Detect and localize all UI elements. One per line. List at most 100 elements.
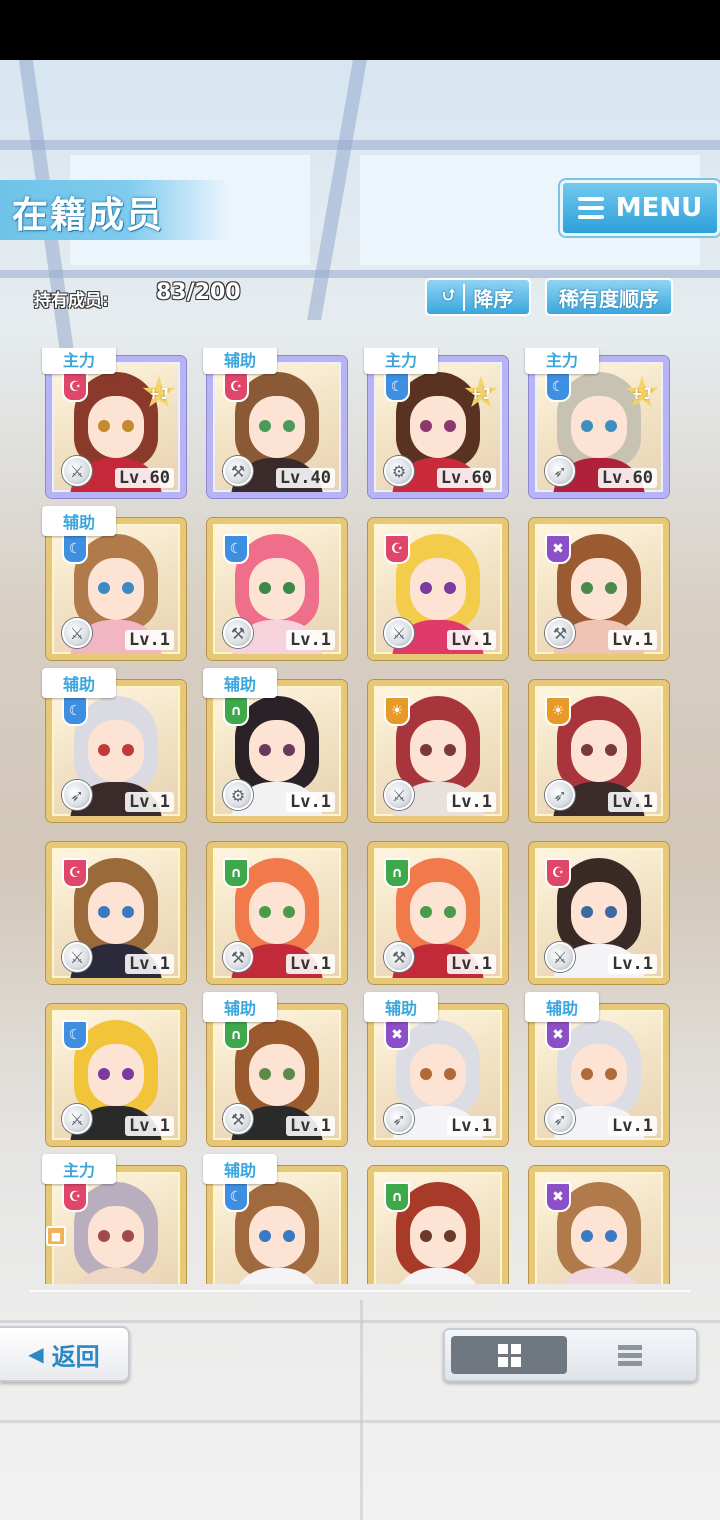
card-level: Lv.1 xyxy=(286,1116,335,1136)
sword-icon: ⚔ xyxy=(384,618,414,648)
member-card-grid: ☪ +1 ⚔ Lv.60 主力 ☪ ⚒ Lv.40 辅助 ☾ +1 ⚙ Lv.60 主力 ☾ +1 ➶ Lv.60… xyxy=(30,348,690,1284)
member-card[interactable]: ✖ xyxy=(529,1158,669,1284)
member-card[interactable]: ☀ ⚔ Lv.1 xyxy=(368,672,508,822)
attribute-purple-icon: ✖ xyxy=(545,1182,571,1212)
member-card[interactable]: ∩ ⚙ Lv.1 辅助 xyxy=(203,668,347,822)
card-level: Lv.60 xyxy=(597,468,657,488)
hammer-icon: ⚒ xyxy=(384,942,414,972)
gun-icon: ➶ xyxy=(545,1104,575,1134)
gear-icon: ⚙ xyxy=(223,780,253,810)
sword-icon: ⚔ xyxy=(384,780,414,810)
attribute-red-icon: ☪ xyxy=(384,534,410,564)
back-label: 返回 xyxy=(51,1342,100,1371)
card-level: Lv.1 xyxy=(286,954,335,974)
member-card[interactable]: ☾ 辅助 xyxy=(203,1154,347,1284)
attribute-orange-icon: ☀ xyxy=(545,696,571,726)
member-count-label: 持有成员: xyxy=(34,291,109,311)
attribute-green-icon: ∩ xyxy=(384,858,410,888)
sword-icon: ⚔ xyxy=(62,618,92,648)
attribute-blue-icon: ☾ xyxy=(62,696,88,726)
member-card[interactable]: ∩ xyxy=(368,1158,508,1284)
attribute-red-icon: ☪ xyxy=(62,1182,88,1212)
card-frame: ∩ xyxy=(368,1166,508,1284)
member-card[interactable]: ✖ ➶ Lv.1 辅助 xyxy=(525,992,669,1146)
card-level: Lv.1 xyxy=(447,954,496,974)
attribute-blue-icon: ☾ xyxy=(62,534,88,564)
role-tag: 主力 xyxy=(42,1154,116,1184)
member-card[interactable]: ✖ ➶ Lv.1 辅助 xyxy=(364,992,508,1146)
back-button[interactable]: ◀ 返回 xyxy=(0,1326,130,1382)
member-card[interactable]: ☪ ⚒ Lv.40 辅助 xyxy=(203,348,347,498)
lock-icon: ■ xyxy=(46,1226,66,1246)
view-mode-toggle xyxy=(443,1328,698,1382)
member-card[interactable]: ∩ ⚒ Lv.1 xyxy=(207,834,347,984)
attribute-purple-icon: ✖ xyxy=(545,534,571,564)
card-frame: ☾ +1 ⚙ Lv.60 xyxy=(368,356,508,498)
hammer-icon: ⚒ xyxy=(223,942,253,972)
sort-order-label: 降序 xyxy=(473,286,514,311)
sword-icon: ⚔ xyxy=(545,942,575,972)
hammer-icon: ⚒ xyxy=(223,618,253,648)
card-level: Lv.1 xyxy=(125,954,174,974)
member-card[interactable]: ☪ +1 ⚔ Lv.60 主力 xyxy=(42,348,186,498)
attribute-purple-icon: ✖ xyxy=(384,1020,410,1050)
gear-icon: ⚙ xyxy=(384,456,414,486)
member-card[interactable]: ☾ ➶ Lv.1 辅助 xyxy=(42,668,186,822)
member-card[interactable]: ☾ ⚔ Lv.1 xyxy=(46,996,186,1146)
member-card[interactable]: ☪ ■ 主力 xyxy=(42,1154,186,1284)
gun-icon: ➶ xyxy=(62,780,92,810)
card-level: Lv.1 xyxy=(286,630,335,650)
member-card[interactable]: ☾ +1 ➶ Lv.60 主力 xyxy=(525,348,669,498)
attribute-green-icon: ∩ xyxy=(384,1182,410,1212)
sort-rarity-label: 稀有度顺序 xyxy=(559,286,659,311)
hammer-icon: ⚒ xyxy=(545,618,575,648)
hammer-icon: ⚒ xyxy=(223,1104,253,1134)
list-view-button[interactable] xyxy=(572,1336,688,1374)
attribute-red-icon: ☪ xyxy=(223,372,249,402)
hammer-icon: ⚒ xyxy=(223,456,253,486)
member-card[interactable]: ☪ ⚔ Lv.1 xyxy=(529,834,669,984)
attribute-blue-icon: ☾ xyxy=(223,534,249,564)
member-card[interactable]: ☪ ⚔ Lv.1 xyxy=(368,510,508,660)
card-frame: ✖ ➶ Lv.1 xyxy=(368,1004,508,1146)
card-level: Lv.1 xyxy=(608,792,657,812)
attribute-red-icon: ☪ xyxy=(545,858,571,888)
card-level: Lv.1 xyxy=(447,630,496,650)
card-frame: ☾ +1 ➶ Lv.60 xyxy=(529,356,669,498)
card-frame: ☀ ⚔ Lv.1 xyxy=(368,680,508,822)
member-count-value: 83/200 xyxy=(156,280,241,305)
attribute-green-icon: ∩ xyxy=(223,696,249,726)
card-level: Lv.1 xyxy=(125,1116,174,1136)
member-card[interactable]: ☾ ⚒ Lv.1 xyxy=(207,510,347,660)
sort-rarity-button[interactable]: 稀有度顺序 xyxy=(545,278,673,316)
member-card[interactable]: ☾ ⚔ Lv.1 辅助 xyxy=(42,506,186,660)
member-card[interactable]: ✖ ⚒ Lv.1 xyxy=(529,510,669,660)
sort-order-button[interactable]: ⮍ 降序 xyxy=(425,278,531,316)
card-frame: ☾ ➶ Lv.1 xyxy=(46,680,186,822)
page-title: 在籍成员 xyxy=(12,195,165,236)
role-tag: 辅助 xyxy=(203,1154,277,1184)
role-tag: 辅助 xyxy=(364,992,438,1022)
member-card[interactable]: ☪ ⚔ Lv.1 xyxy=(46,834,186,984)
role-tag: 主力 xyxy=(364,348,438,374)
member-card[interactable]: ☾ +1 ⚙ Lv.60 主力 xyxy=(364,348,508,498)
card-frame: ∩ ⚒ Lv.1 xyxy=(207,842,347,984)
attribute-blue-icon: ☾ xyxy=(384,372,410,402)
card-level: Lv.1 xyxy=(286,792,335,812)
card-frame: ☪ +1 ⚔ Lv.60 xyxy=(46,356,186,498)
card-frame: ∩ ⚒ Lv.1 xyxy=(207,1004,347,1146)
role-tag: 辅助 xyxy=(203,348,277,374)
gun-icon: ➶ xyxy=(384,1104,414,1134)
card-level: Lv.1 xyxy=(608,954,657,974)
member-card[interactable]: ∩ ⚒ Lv.1 辅助 xyxy=(203,992,347,1146)
member-card[interactable]: ☀ ➶ Lv.1 xyxy=(529,672,669,822)
grid-view-button[interactable] xyxy=(451,1336,567,1374)
member-card[interactable]: ∩ ⚒ Lv.1 xyxy=(368,834,508,984)
attribute-blue-icon: ☾ xyxy=(223,1182,249,1212)
menu-button[interactable]: MENU xyxy=(560,180,720,236)
attribute-red-icon: ☪ xyxy=(62,372,88,402)
attribute-green-icon: ∩ xyxy=(223,858,249,888)
gun-icon: ➶ xyxy=(545,456,575,486)
card-level: Lv.1 xyxy=(125,630,174,650)
role-tag: 辅助 xyxy=(42,668,116,698)
